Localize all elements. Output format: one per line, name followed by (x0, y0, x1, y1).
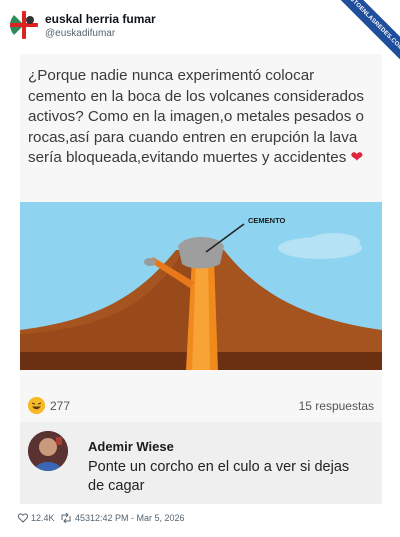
like-count: 12.4K (31, 513, 55, 523)
comment: Ademir Wiese Ponte un corcho en el culo … (20, 422, 382, 504)
replies-count: 15 respuestas (298, 399, 374, 413)
laughing-emoji-icon (28, 397, 45, 414)
tweet-footer: 12.4K 453 12:42 PM - Mar 5, 2026 (18, 512, 388, 526)
comment-text: Ponte un corcho en el culo a ver si deja… (88, 459, 350, 494)
post-question: ¿Porque nadie nunca experimentó colocar … (28, 66, 376, 169)
user-handle[interactable]: @euskadifumar (45, 28, 115, 39)
commenter-name: Ademir Wiese (88, 439, 174, 454)
display-name[interactable]: euskal herria fumar (45, 12, 156, 26)
timestamp[interactable]: 12:42 PM - Mar 5, 2026 (90, 513, 185, 523)
tweet-header: euskal herria fumar @euskadifumar VISTOE… (0, 0, 400, 71)
retweet-count: 453 (75, 513, 91, 523)
post-stats: 277 15 respuestas (28, 396, 374, 416)
reactions-count: 277 (50, 399, 71, 413)
heart-emoji: ❤ (350, 149, 364, 167)
question-text: ¿Porque nadie nunca experimentó colocar … (28, 67, 365, 167)
embedded-image[interactable]: ¿Porque nadie nunca experimentó colocar … (20, 54, 382, 504)
cement-label: CEMENTO (248, 216, 286, 225)
volcano-diagram: CEMENTO (20, 202, 382, 370)
profile-avatar[interactable] (10, 11, 38, 39)
commenter-avatar (28, 431, 68, 471)
retweet-icon[interactable] (60, 513, 72, 523)
heart-icon[interactable] (18, 513, 28, 523)
